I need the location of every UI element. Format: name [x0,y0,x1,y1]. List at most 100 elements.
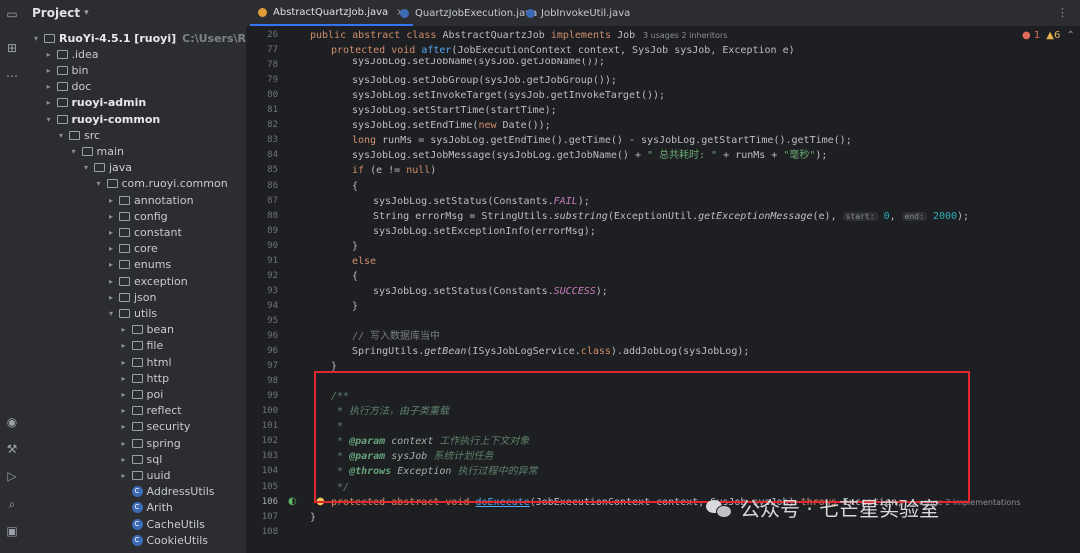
build-icon[interactable]: ⚒ [4,441,20,457]
tree-item[interactable]: ▾ src [24,127,100,143]
chevron-right-icon[interactable]: ▸ [118,390,130,399]
chevron-right-icon[interactable]: ▸ [43,50,55,59]
chevron-right-icon[interactable]: ▸ [118,455,130,464]
code-line[interactable]: sysJobLog.setJobGroup(sysJob.getJobGroup… [352,73,617,88]
code-line[interactable]: } [352,299,358,314]
chevron-right-icon[interactable]: ▸ [105,277,117,286]
tree-item[interactable]: ▸ http [24,370,169,386]
terminal-icon[interactable]: ▣ [4,523,20,539]
chevron-right-icon[interactable]: ▸ [105,212,117,221]
chevron-right-icon[interactable]: ▸ [118,406,130,415]
chevron-right-icon[interactable]: ▸ [43,82,55,91]
project-panel-header[interactable]: Project ▾ [24,0,246,26]
code-line[interactable]: sysJobLog.setStatus(Constants.SUCCESS); [373,284,608,299]
tree-item[interactable]: ▾ com.ruoyi.common [24,176,227,192]
code-line[interactable]: public abstract class AbstractQuartzJob … [310,28,635,43]
tree-item[interactable]: ▸ reflect [24,403,181,419]
chevron-right-icon[interactable]: ▸ [118,422,130,431]
chevron-right-icon[interactable]: ▸ [118,439,130,448]
chevron-down-icon[interactable]: ▾ [93,179,105,188]
tree-item[interactable]: ▸ enums [24,257,171,273]
chevron-down-icon[interactable]: ▾ [55,131,67,140]
tree-item[interactable]: ▸ config [24,208,168,224]
tree-item[interactable]: ▸ annotation [24,192,194,208]
chevron-down-icon[interactable]: ▾ [105,309,117,318]
search-icon[interactable]: ⌕ [4,496,20,512]
code-line[interactable]: { [352,269,358,284]
chevron-right-icon[interactable]: ▸ [43,98,55,107]
tree-item[interactable]: ▸ uuid [24,467,170,483]
chevron-right-icon[interactable]: ▸ [105,196,117,205]
tab-abstractquartzjob-java[interactable]: AbstractQuartzJob.java× [250,0,413,26]
chevron-down-icon[interactable]: ▾ [80,163,92,172]
code-line[interactable]: sysJobLog.setEndTime(new Date()); [352,118,551,133]
code-line[interactable]: protected void after(JobExecutionContext… [331,43,795,58]
inspection-widget[interactable]: ● 1 ▲6 ⌃ [1022,30,1075,41]
usage-hint[interactable]: 3 usages 2 inheritors [643,31,727,40]
tree-item[interactable]: ▸ file [24,338,163,354]
chevron-right-icon[interactable]: ▸ [105,293,117,302]
folder-icon[interactable]: ▭ [4,6,20,22]
chevron-right-icon[interactable]: ▸ [105,260,117,269]
tree-item[interactable]: ▸ core [24,241,158,257]
chevron-down-icon[interactable]: ▾ [68,147,80,156]
tree-item[interactable]: ▸ constant [24,224,182,240]
chevron-right-icon[interactable]: ▸ [105,244,117,253]
code-line[interactable]: } [352,239,358,254]
line-number: 101 [261,421,278,432]
chevron-right-icon[interactable]: ▸ [105,228,117,237]
code-line[interactable]: else [352,254,376,269]
line-number: 99 [267,391,278,402]
code-line[interactable]: } [310,510,316,525]
chevron-right-icon[interactable]: ▸ [118,358,130,367]
tree-item[interactable]: ▸ json [24,289,157,305]
tree-item[interactable]: C CookieUtils [24,532,208,548]
code-line[interactable]: SpringUtils.getBean(ISysJobLogService.cl… [352,344,749,359]
tree-item[interactable]: C Arith [24,500,173,516]
code-line[interactable]: sysJobLog.setExceptionInfo(errorMsg); [373,224,596,239]
tree-item[interactable]: ▸ bean [24,322,173,338]
chevron-down-icon[interactable]: ▾ [43,115,55,124]
run-icon[interactable]: ▷ [4,468,20,484]
tree-item[interactable]: ▸ exception [24,273,188,289]
code-line[interactable]: String errorMsg = StringUtils.substring(… [373,209,969,224]
code-line[interactable]: sysJobLog.setJobMessage(sysJobLog.getJob… [352,148,827,163]
services-icon[interactable]: ◉ [4,414,20,430]
tree-item[interactable]: ▸ doc [24,79,91,95]
tree-item[interactable]: ▾ main [24,143,124,159]
code-line[interactable]: sysJobLog.setInvokeTarget(sysJob.getInvo… [352,88,665,103]
tree-item[interactable]: ▾ ruoyi-common [24,111,160,127]
code-line[interactable]: // 写入数据库当中 [352,329,440,344]
tree-item[interactable]: ▸ .idea [24,46,98,62]
chevron-right-icon[interactable]: ▸ [118,341,130,350]
tree-item[interactable]: C AddressUtils [24,484,215,500]
tree-item[interactable]: ▸ security [24,419,190,435]
code-line[interactable]: sysJobLog.setStatus(Constants.FAIL); [373,194,590,209]
code-line[interactable]: long runMs = sysJobLog.getEndTime().getT… [352,133,852,148]
code-line[interactable]: if (e != null) [352,163,436,178]
tab-jobinvokeutil-java[interactable]: JobInvokeUtil.java [518,0,638,26]
tree-item[interactable]: ▸ spring [24,435,180,451]
tree-item[interactable]: ▸ poi [24,386,163,402]
code-line[interactable]: { [352,179,358,194]
chevron-right-icon[interactable]: ▸ [43,66,55,75]
code-line[interactable]: sysJobLog.setStartTime(startTime); [352,103,557,118]
implemented-gutter-icon[interactable]: ◐ [288,496,297,507]
tree-item[interactable]: ▸ bin [24,62,88,78]
tree-item[interactable]: ▾ RuoYi-4.5.1 [ruoyi] C:\Users\RedTeam\Des… [24,30,246,46]
chevron-right-icon[interactable]: ▸ [118,325,130,334]
chevron-right-icon[interactable]: ▸ [118,374,130,383]
tree-item[interactable]: ▸ html [24,354,171,370]
tree-item[interactable]: C CacheUtils [24,516,205,532]
tree-item[interactable]: ▸ ruoyi-admin [24,95,146,111]
more-tools-icon[interactable]: ⋯ [4,68,20,84]
more-tabs-icon[interactable]: ⋮ [1057,6,1068,19]
structure-icon[interactable]: ⊞ [4,40,20,56]
tree-item[interactable]: ▾ utils [24,305,157,321]
folder-icon [94,163,105,173]
tree-item[interactable]: ▸ sql [24,451,162,467]
chevron-down-icon[interactable]: ▾ [30,34,42,43]
chevron-right-icon[interactable]: ▸ [118,471,130,480]
tree-item[interactable]: ▾ java [24,160,132,176]
tree-item-label: annotation [134,193,194,207]
